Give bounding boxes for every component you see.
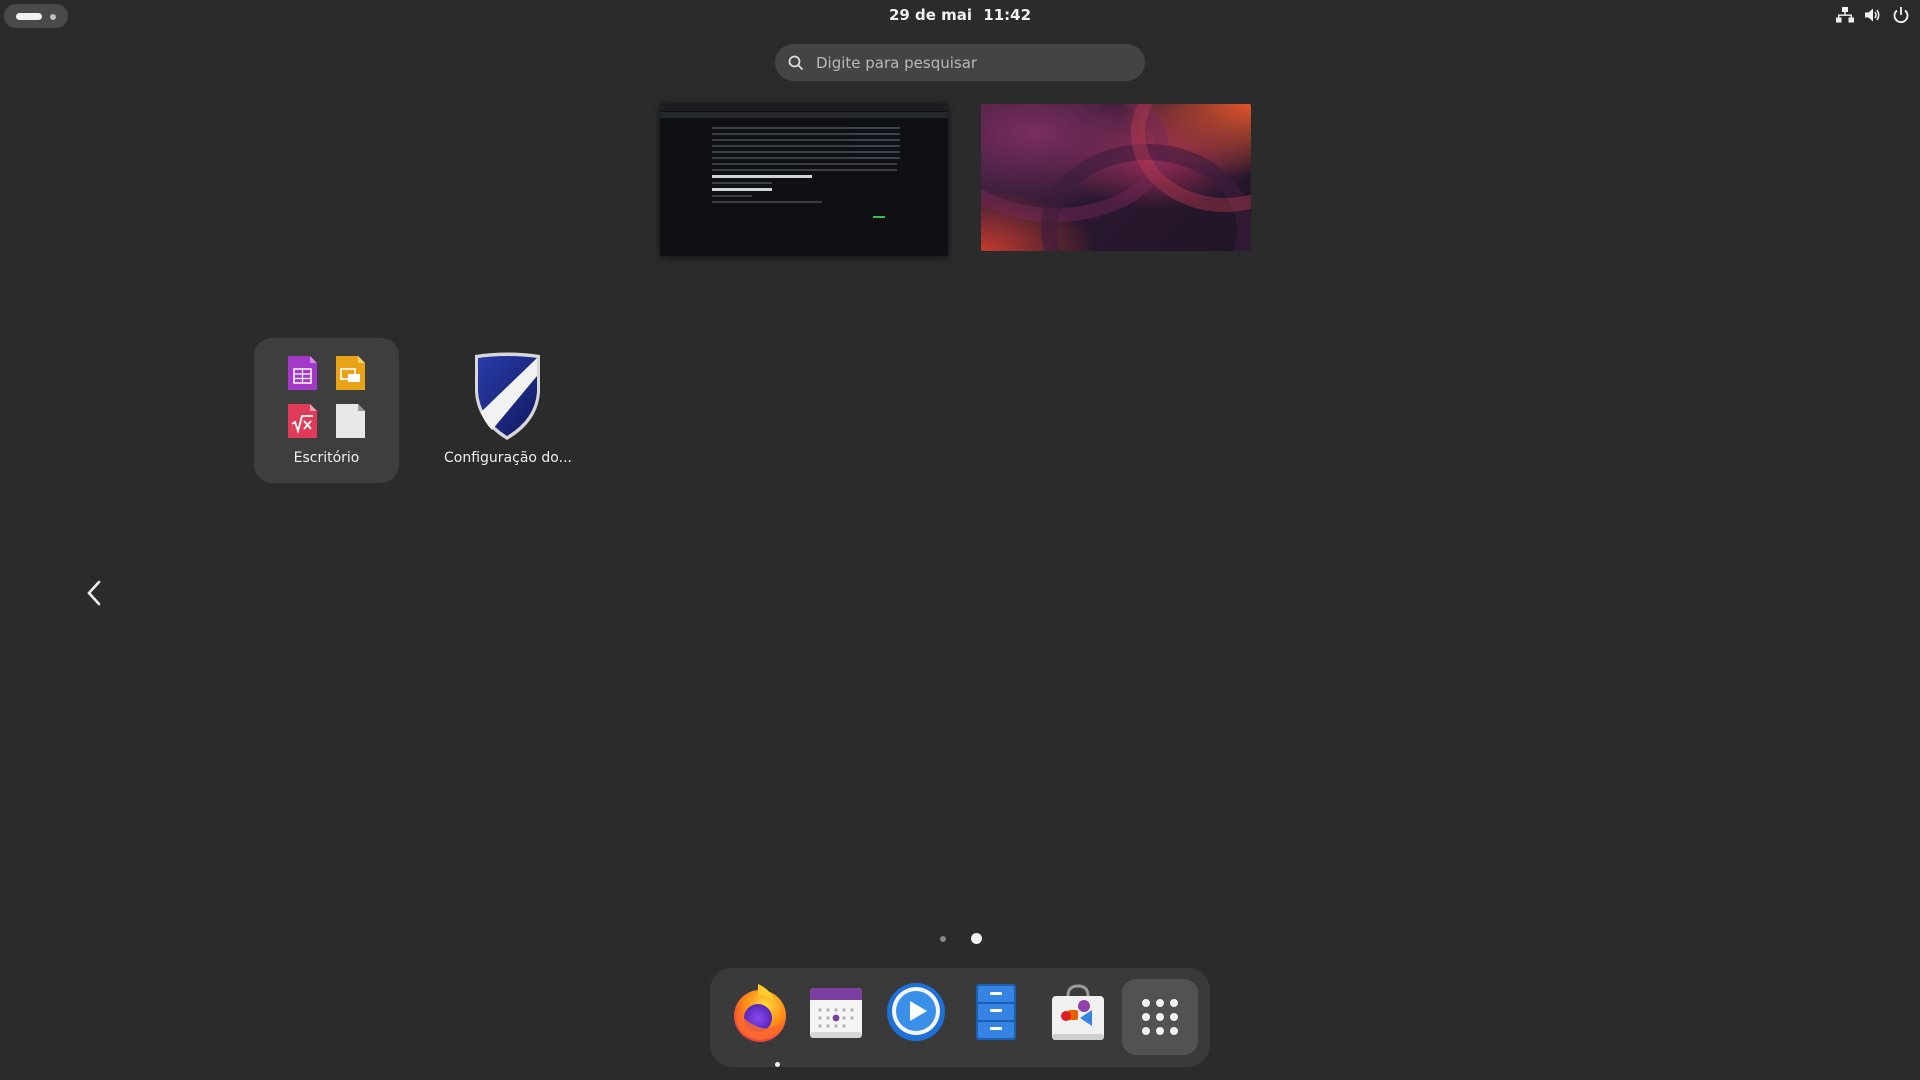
- search-icon: [788, 55, 804, 70]
- dock: [710, 968, 1210, 1067]
- volume-icon[interactable]: [1864, 6, 1882, 24]
- shield-icon: [475, 352, 540, 440]
- libreoffice-impress-icon: [336, 356, 365, 390]
- browser-page-sidebar: [850, 123, 900, 163]
- workspace-thumbnail-2[interactable]: [981, 104, 1251, 251]
- firefox-icon: [734, 984, 786, 1042]
- show-apps-button[interactable]: [1122, 979, 1198, 1055]
- browser-tab-bar: [660, 103, 948, 111]
- power-icon[interactable]: [1892, 6, 1910, 24]
- page-indicator-2-active[interactable]: [971, 933, 982, 944]
- top-bar: 29 de mai 11:42: [0, 0, 1920, 30]
- dock-item-firefox[interactable]: [728, 980, 792, 1067]
- dock-item-files[interactable]: [964, 980, 1028, 1044]
- search-bar[interactable]: [775, 44, 1145, 81]
- libreoffice-calc-icon: [288, 356, 317, 390]
- page-indicator-1[interactable]: [940, 936, 946, 942]
- clock-date: 29 de mai: [888, 6, 973, 24]
- chevron-left-icon[interactable]: [84, 578, 104, 608]
- running-indicator: [775, 1062, 780, 1067]
- dock-item-software[interactable]: [1046, 980, 1110, 1044]
- video-player-icon: [887, 983, 945, 1041]
- network-icon[interactable]: [1836, 6, 1854, 24]
- browser-url-bar: [660, 112, 948, 118]
- app-label: Configuração do...: [444, 450, 572, 466]
- language-bar: [873, 216, 885, 218]
- clock[interactable]: 29 de mai 11:42: [0, 6, 1920, 24]
- libreoffice-draw-icon: [336, 404, 365, 438]
- clock-time: 11:42: [983, 6, 1032, 24]
- app-folder-escritorio[interactable]: Escritório: [254, 338, 399, 483]
- workspace-thumbnail-1[interactable]: [660, 103, 948, 256]
- search-input[interactable]: [814, 52, 1118, 73]
- calendar-icon: [810, 988, 862, 1038]
- dock-item-calendar[interactable]: [804, 980, 868, 1044]
- dock-item-videos[interactable]: [884, 980, 948, 1044]
- app-grid-icon: [1142, 999, 1178, 1035]
- system-tray[interactable]: [1836, 6, 1910, 24]
- libreoffice-math-icon: [288, 404, 317, 438]
- file-cabinet-icon: [976, 984, 1016, 1040]
- app-label: Escritório: [293, 450, 360, 466]
- software-store-icon: [1052, 984, 1104, 1040]
